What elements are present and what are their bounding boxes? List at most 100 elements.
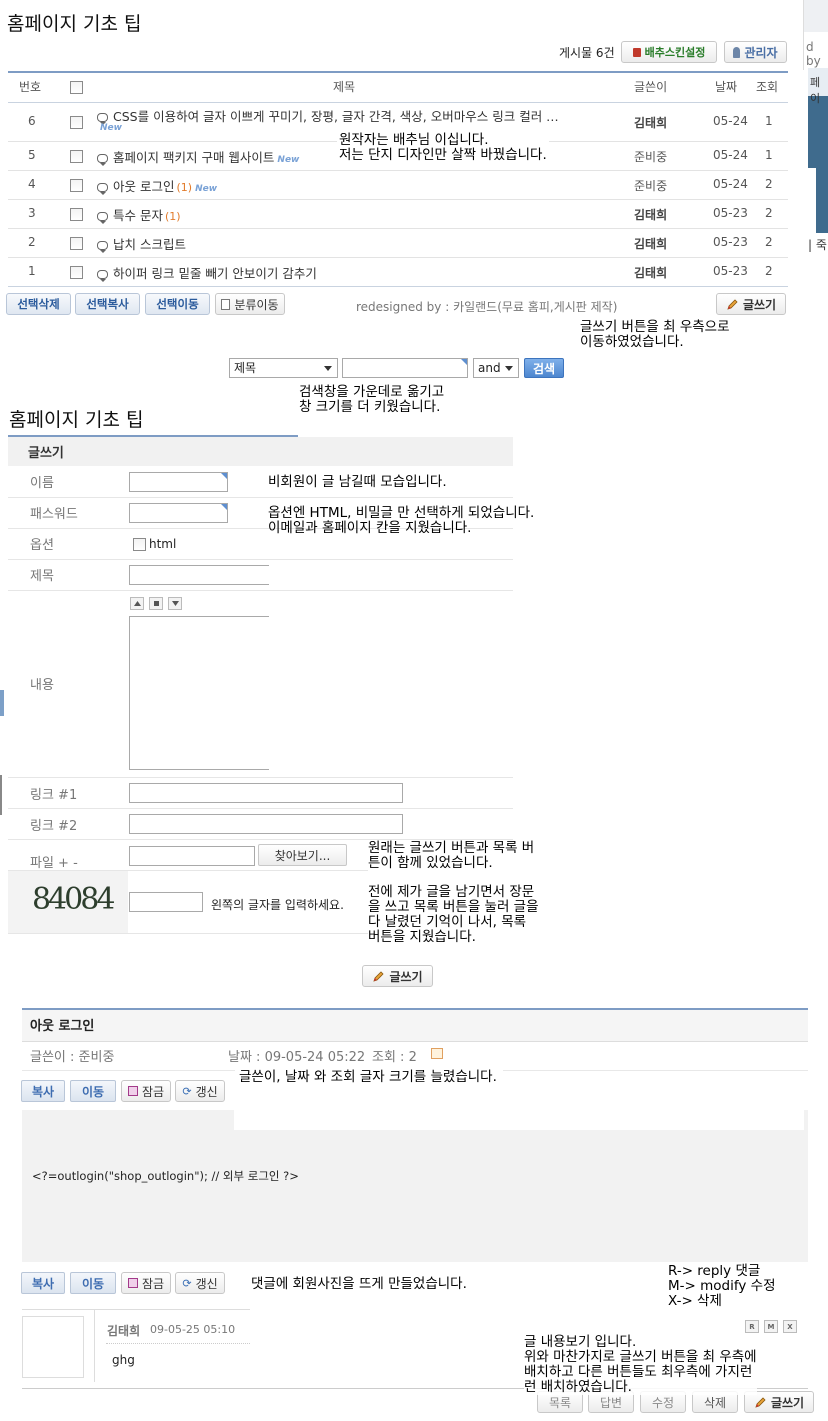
- admin-button[interactable]: 관리자: [724, 41, 787, 63]
- list-top-border: [8, 71, 788, 73]
- file-label[interactable]: 파일 + -: [30, 852, 78, 871]
- delete-selected-button[interactable]: 선택삭제: [6, 293, 71, 315]
- option-label: 옵션: [30, 538, 54, 553]
- comment-count: (1): [176, 181, 193, 194]
- annotation-note: 원작자는 배추님 이십니다. 저는 단지 디자인만 살짝 바꿨습니다.: [337, 132, 549, 163]
- refresh-icon: ⟳: [182, 1084, 192, 1098]
- select-all-checkbox[interactable]: [70, 81, 83, 94]
- edge-fragment-text-2: 페이: [810, 76, 821, 105]
- view-refresh-button-bottom[interactable]: ⟳ 갱신: [175, 1272, 225, 1294]
- name-label: 이름: [30, 476, 54, 491]
- write-board-title: 홈페이지 기초 팁: [9, 409, 144, 431]
- view-move-button-bottom[interactable]: 이동: [70, 1272, 116, 1294]
- view-title-bar: [22, 1010, 808, 1041]
- row-date: 05-24: [713, 177, 748, 191]
- row-author[interactable]: 김태희: [634, 235, 667, 252]
- view-copy-button[interactable]: 복사: [21, 1080, 65, 1102]
- comment-icon: [97, 212, 108, 224]
- comment-modify-button[interactable]: M: [764, 1320, 778, 1333]
- subject-label: 제목: [30, 569, 54, 584]
- captcha-box: 84084: [8, 871, 128, 933]
- redesigned-credit: redesigned by : 카일랜드(무료 홈피,게시판 제작): [356, 300, 618, 314]
- row-author[interactable]: 김태희: [634, 114, 667, 131]
- view-move-button[interactable]: 이동: [70, 1080, 116, 1102]
- row-subject-link[interactable]: 홈페이지 팩키지 구매 웹사이트 New: [97, 147, 299, 166]
- view-copy-button-bottom[interactable]: 복사: [21, 1272, 65, 1294]
- copy-selected-button[interactable]: 선택복사: [75, 293, 140, 315]
- editor-reset-button[interactable]: [149, 597, 163, 610]
- row-date: 05-24: [713, 114, 748, 128]
- row-author[interactable]: 준비중: [634, 177, 667, 194]
- row-date: 05-23: [713, 264, 748, 278]
- row-checkbox[interactable]: [70, 237, 83, 250]
- captcha-image: 84084: [32, 882, 115, 917]
- row-subject-link[interactable]: 납치 스크립트: [97, 234, 186, 253]
- edge-fragment-text: d by: [806, 40, 821, 68]
- row-author[interactable]: 김태희: [634, 206, 667, 223]
- write-label: 글쓰기: [742, 297, 777, 312]
- subject-input[interactable]: [129, 565, 269, 585]
- editor-shrink-button[interactable]: [130, 597, 144, 610]
- submit-write-button[interactable]: 글쓰기: [362, 965, 433, 987]
- link2-label: 링크 #2: [30, 819, 78, 834]
- link2-input[interactable]: [129, 814, 403, 834]
- submit-write-label: 글쓰기: [389, 969, 423, 984]
- row-subject-link[interactable]: CSS를 이용하여 글자 이쁘게 꾸미기, 장평, 글자 간격, 색상, 오버마…: [97, 106, 559, 125]
- comment-delete-button[interactable]: X: [783, 1320, 797, 1333]
- write-button[interactable]: 글쓰기: [716, 293, 786, 315]
- move-selected-button[interactable]: 선택이동: [145, 293, 210, 315]
- view-author: 글쓴이 : 준비중: [30, 1050, 115, 1065]
- row-num: 5: [28, 148, 36, 162]
- name-input[interactable]: [129, 472, 228, 492]
- row-subject-link[interactable]: 아웃 로그인 (1) New: [97, 176, 217, 195]
- annotation-note: 댓글에 회원사진을 뜨게 만들었습니다.: [251, 1276, 467, 1292]
- content-textarea[interactable]: [129, 616, 269, 770]
- view-lock-button[interactable]: 잠금: [121, 1080, 171, 1102]
- header-subject: 제목: [333, 80, 356, 94]
- header-date: 날짜: [715, 80, 738, 94]
- row-subject-link[interactable]: 하이퍼 링크 밑줄 빼기 안보이기 감추기: [97, 263, 317, 282]
- search-input[interactable]: [342, 358, 468, 378]
- move-category-button[interactable]: 분류이동: [215, 293, 285, 315]
- html-option-label: html: [149, 537, 177, 551]
- link1-input[interactable]: [129, 783, 403, 803]
- editor-expand-button[interactable]: [168, 597, 182, 610]
- refresh-icon: ⟳: [182, 1276, 192, 1290]
- search-button[interactable]: 검색: [524, 358, 564, 378]
- comment-reply-button[interactable]: R: [745, 1320, 759, 1333]
- row-checkbox[interactable]: [70, 208, 83, 221]
- comment-count: (1): [164, 210, 181, 223]
- row-checkbox[interactable]: [70, 150, 83, 163]
- search-field-select[interactable]: 제목: [229, 358, 338, 378]
- row-author[interactable]: 준비중: [634, 148, 667, 165]
- annotation-note: 옵션엔 HTML, 비밀글 만 선택하게 되었습니다. 이메일과 홈페이지 칸을…: [268, 505, 535, 536]
- row-subject-link[interactable]: 특수 문자 (1): [97, 205, 181, 224]
- document-icon: [221, 298, 231, 310]
- skin-settings-button[interactable]: 배추스킨설정: [621, 41, 717, 63]
- comment-icon: [97, 183, 108, 195]
- view-refresh-button[interactable]: ⟳ 갱신: [175, 1080, 225, 1102]
- password-input[interactable]: [129, 503, 228, 523]
- row-checkbox[interactable]: [70, 266, 83, 279]
- view-content-text: <?=outlogin("shop_outlogin"); // 외부 로그인 …: [32, 1169, 299, 1183]
- row-author[interactable]: 김태희: [634, 264, 667, 281]
- view-lock-button-bottom[interactable]: 잠금: [121, 1272, 171, 1294]
- comment-author[interactable]: 김태희: [107, 1322, 140, 1339]
- row-checkbox[interactable]: [70, 179, 83, 192]
- captcha-input[interactable]: [129, 892, 203, 912]
- row-date: 05-23: [713, 206, 748, 220]
- edge-fragment-text-3: | 죽: [808, 238, 827, 252]
- lock-icon: [632, 47, 641, 57]
- write-header-bar: [8, 437, 513, 466]
- row-num: 6: [28, 114, 36, 128]
- search-operator-select[interactable]: and: [473, 358, 519, 378]
- row-checkbox[interactable]: [70, 116, 83, 129]
- row-views: 2: [765, 177, 773, 191]
- file-path-input[interactable]: [129, 846, 255, 866]
- pencil-icon: [726, 298, 739, 311]
- edge-fragment-image: 페이: [808, 68, 828, 233]
- browse-button[interactable]: 찾아보기...: [258, 844, 347, 866]
- comment-avatar: [22, 1316, 84, 1378]
- html-checkbox[interactable]: [133, 538, 146, 551]
- print-icon[interactable]: [431, 1048, 443, 1059]
